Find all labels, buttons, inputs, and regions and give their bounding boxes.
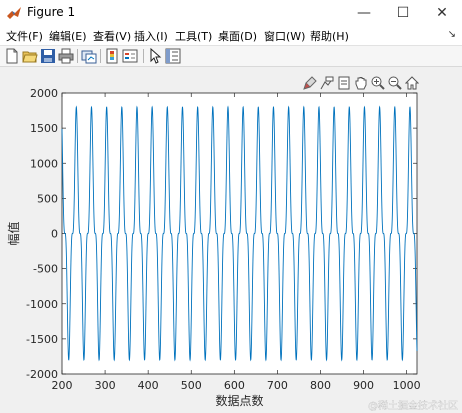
x-axis-label: 数据点数	[215, 393, 263, 408]
x-tick-label: 900	[353, 379, 374, 392]
y-tick-label: 500	[37, 192, 58, 205]
x-tick-label: 600	[224, 379, 245, 392]
y-tick-label: 1000	[30, 157, 58, 170]
y-tick-label: 2000	[30, 87, 58, 100]
x-tick-label: 800	[310, 379, 331, 392]
x-tick-labels: 200 300 400 500 600 700 800 900 1000	[52, 379, 421, 392]
y-tick-label: 1500	[30, 122, 58, 135]
x-tick-label: 200	[52, 379, 73, 392]
y-tick-label: -500	[33, 263, 58, 276]
x-tick-label: 300	[95, 379, 116, 392]
x-tick-label: 1000	[393, 379, 421, 392]
y-tick-label: 0	[51, 228, 58, 241]
x-tick-label: 500	[181, 379, 202, 392]
y-tick-labels: 2000150010005000-500-1000-1500-2000	[26, 87, 58, 381]
y-axis-label: 幅值	[6, 221, 21, 245]
watermark: @稀土掘金技术社区	[368, 399, 458, 412]
x-tick-label: 700	[267, 379, 288, 392]
x-tick-label: 400	[138, 379, 159, 392]
plot-axes[interactable]: 2000150010005000-500-1000-1500-2000 200 3…	[0, 0, 462, 413]
y-tick-label: -1000	[26, 298, 58, 311]
y-tick-label: -1500	[26, 333, 58, 346]
